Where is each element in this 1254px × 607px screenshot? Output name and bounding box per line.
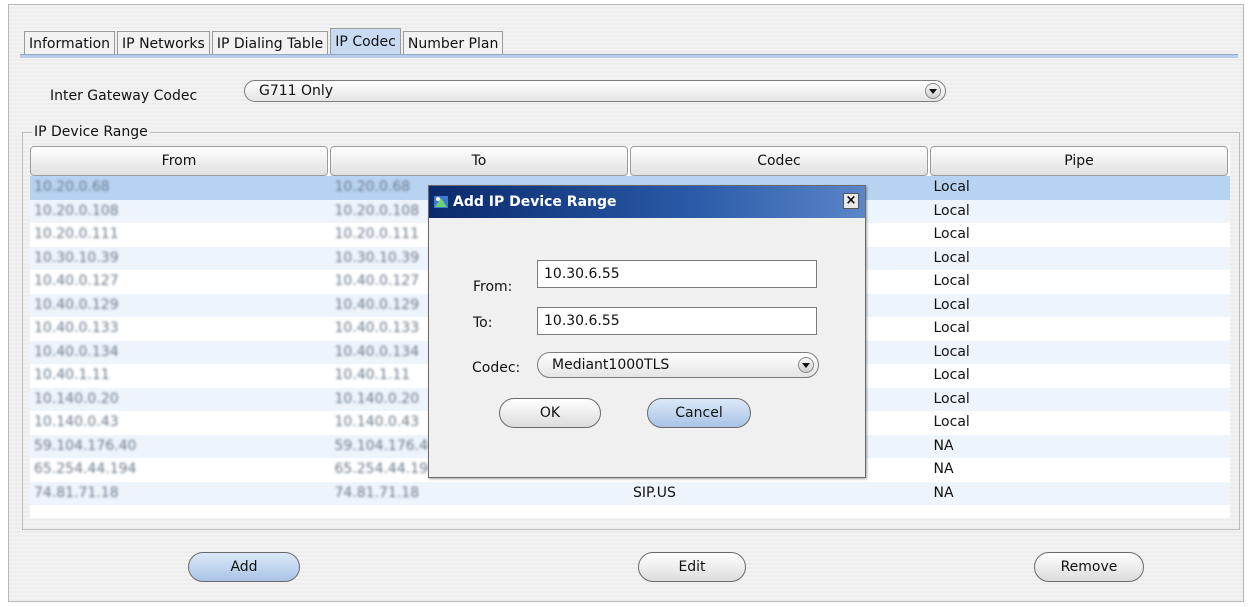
tab-ip-networks[interactable]: IP Networks <box>117 31 210 55</box>
cell-codec: SIP.US <box>633 484 676 501</box>
tab-ip-dialing-table[interactable]: IP Dialing Table <box>211 31 329 55</box>
close-icon[interactable]: × <box>843 193 859 209</box>
cell-pipe: Local <box>933 390 970 407</box>
to-field[interactable]: 10.30.6.55 <box>537 307 817 335</box>
cell-from: 10.20.0.68 <box>34 179 110 195</box>
column-header-to[interactable]: To <box>330 146 628 176</box>
cell-pipe: Local <box>933 273 970 289</box>
cell-from: 65.254.44.194 <box>34 461 137 477</box>
cell-from: 10.30.10.39 <box>34 249 119 266</box>
cell-pipe: Local <box>933 179 970 195</box>
tab-divider <box>20 54 1238 58</box>
table-row[interactable]: 74.81.71.18 74.81.71.18 SIP.US NA <box>30 481 1230 505</box>
tab-number-plan[interactable]: Number Plan <box>402 31 504 55</box>
column-header-from[interactable]: From <box>30 146 328 176</box>
dialog-title-bar[interactable]: Add IP Device Range × <box>429 186 865 218</box>
cell-pipe: Local <box>933 249 970 266</box>
tab-bar: Information IP Networks IP Dialing Table… <box>24 28 505 55</box>
table-header: From To Codec Pipe <box>30 146 1230 176</box>
add-button[interactable]: Add <box>188 552 300 582</box>
cell-pipe: Local <box>933 414 970 430</box>
cell-from: 10.40.0.129 <box>34 296 119 313</box>
cell-pipe: Local <box>933 202 970 219</box>
cell-from: 10.40.0.134 <box>34 343 119 360</box>
codec-select-value: Mediant1000TLS <box>552 357 670 373</box>
add-ip-device-range-dialog: Add IP Device Range × From: 10.30.6.55 T… <box>428 185 866 478</box>
codec-label: Codec: <box>472 360 521 376</box>
cell-from: 10.40.0.133 <box>34 320 119 336</box>
from-label: From: <box>473 279 513 295</box>
cell-from: 59.104.176.40 <box>34 437 137 454</box>
app-icon <box>434 196 448 208</box>
inter-gateway-codec-label: Inter Gateway Codec <box>50 88 198 104</box>
chevron-down-icon[interactable] <box>798 357 814 373</box>
edit-button[interactable]: Edit <box>638 552 746 582</box>
cancel-button[interactable]: Cancel <box>647 398 751 428</box>
cell-from: 10.20.0.111 <box>34 226 119 242</box>
to-label: To: <box>473 315 493 331</box>
ok-button[interactable]: OK <box>499 398 601 428</box>
chevron-down-icon[interactable] <box>925 83 941 99</box>
cell-from: 10.40.1.11 <box>34 367 110 383</box>
tab-information[interactable]: Information <box>24 31 116 55</box>
inter-gateway-codec-select[interactable]: G711 Only <box>244 80 946 102</box>
cell-from: 10.140.0.20 <box>34 390 119 407</box>
column-header-codec[interactable]: Codec <box>630 146 928 176</box>
cell-pipe: Local <box>933 367 970 383</box>
inter-gateway-codec-value: G711 Only <box>259 83 334 99</box>
cell-pipe: Local <box>933 343 970 360</box>
ip-device-range-title: IP Device Range <box>32 124 150 140</box>
column-header-pipe[interactable]: Pipe <box>930 146 1228 176</box>
remove-button[interactable]: Remove <box>1034 552 1144 582</box>
dialog-title: Add IP Device Range <box>453 194 617 210</box>
from-field[interactable]: 10.30.6.55 <box>537 260 817 288</box>
cell-pipe: Local <box>933 226 970 242</box>
cell-from: 74.81.71.18 <box>34 484 119 501</box>
tab-ip-codec[interactable]: IP Codec <box>330 28 401 55</box>
codec-select[interactable]: Mediant1000TLS <box>537 352 819 378</box>
cell-pipe: NA <box>933 437 954 454</box>
cell-from: 10.20.0.108 <box>34 202 119 219</box>
cell-from: 10.140.0.43 <box>34 414 119 430</box>
cell-from: 10.40.0.127 <box>34 273 119 289</box>
cell-pipe: NA <box>933 461 954 477</box>
cell-pipe: Local <box>933 296 970 313</box>
cell-pipe: NA <box>933 484 954 501</box>
cell-pipe: Local <box>933 320 970 336</box>
cell-to: 74.81.71.18 <box>334 484 420 501</box>
